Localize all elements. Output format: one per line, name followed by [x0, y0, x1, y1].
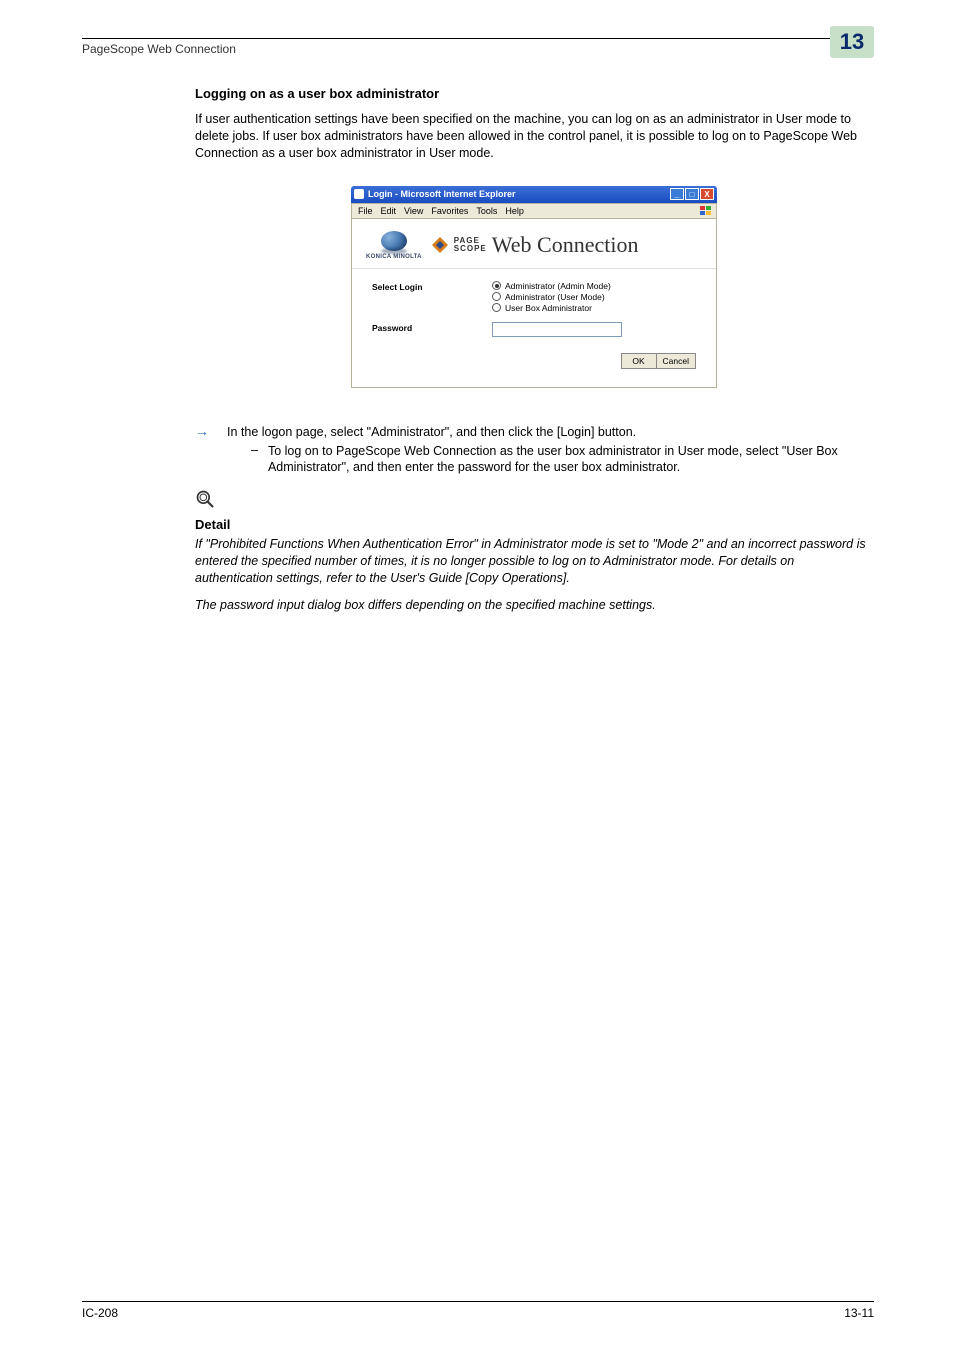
menu-edit[interactable]: Edit — [381, 206, 397, 216]
chapter-number: 13 — [840, 29, 864, 55]
brand-scope: SCOPE — [454, 245, 487, 253]
window-titlebar: Login - Microsoft Internet Explorer _ □ … — [351, 186, 717, 203]
menu-view[interactable]: View — [404, 206, 423, 216]
ie-icon — [354, 189, 364, 199]
window-maximize-button[interactable]: □ — [685, 188, 699, 200]
radio-icon — [492, 281, 501, 290]
konica-minolta-text: KONICA MINOLTA — [366, 254, 422, 260]
brand-webconnection: Web Connection — [492, 232, 639, 258]
password-input[interactable] — [492, 322, 622, 337]
radio-icon — [492, 292, 501, 301]
pagescope-mark-icon — [430, 235, 450, 255]
menu-bar: File Edit View Favorites Tools Help — [351, 203, 717, 219]
detail-paragraph-1: If "Prohibited Functions When Authentica… — [195, 536, 873, 587]
pagescope-logo: PAGE SCOPE Web Connection — [430, 232, 639, 258]
arrow-right-icon: → — [195, 424, 209, 439]
header-breadcrumb: PageScope Web Connection — [82, 42, 236, 56]
magnifier-icon — [195, 488, 873, 515]
ok-button[interactable]: OK — [621, 353, 657, 369]
menu-favorites[interactable]: Favorites — [431, 206, 468, 216]
cancel-button[interactable]: Cancel — [657, 353, 696, 369]
radio-icon — [492, 303, 501, 312]
select-login-label: Select Login — [372, 281, 492, 314]
radio-admin-admin-mode[interactable]: Administrator (Admin Mode) — [492, 281, 696, 291]
menu-help[interactable]: Help — [505, 206, 524, 216]
section-intro: If user authentication settings have bee… — [195, 111, 873, 162]
detail-paragraph-2: The password input dialog box differs de… — [195, 597, 873, 614]
window-close-button[interactable]: X — [700, 188, 714, 200]
radio-label: User Box Administrator — [505, 303, 592, 313]
dash-bullet-icon: – — [251, 443, 258, 477]
footer-page-number: 13-11 — [844, 1306, 874, 1320]
radio-label: Administrator (User Mode) — [505, 292, 605, 302]
password-label: Password — [372, 322, 492, 337]
konica-minolta-logo: KONICA MINOLTA — [366, 231, 422, 260]
globe-icon — [381, 231, 407, 251]
section-title: Logging on as a user box administrator — [195, 86, 873, 101]
window-title: Login - Microsoft Internet Explorer — [368, 189, 516, 199]
windows-flag-icon — [700, 206, 712, 216]
footer-model: IC-208 — [82, 1306, 118, 1320]
embedded-screenshot: Login - Microsoft Internet Explorer _ □ … — [351, 186, 717, 388]
menu-file[interactable]: File — [358, 206, 373, 216]
radio-user-box-admin[interactable]: User Box Administrator — [492, 303, 696, 313]
chapter-badge: 13 — [830, 26, 874, 58]
instruction-main: In the logon page, select "Administrator… — [227, 424, 873, 441]
window-minimize-button[interactable]: _ — [670, 188, 684, 200]
instruction-sub: To log on to PageScope Web Connection as… — [268, 443, 873, 477]
radio-admin-user-mode[interactable]: Administrator (User Mode) — [492, 292, 696, 302]
detail-heading: Detail — [195, 517, 873, 532]
menu-tools[interactable]: Tools — [476, 206, 497, 216]
radio-label: Administrator (Admin Mode) — [505, 281, 611, 291]
